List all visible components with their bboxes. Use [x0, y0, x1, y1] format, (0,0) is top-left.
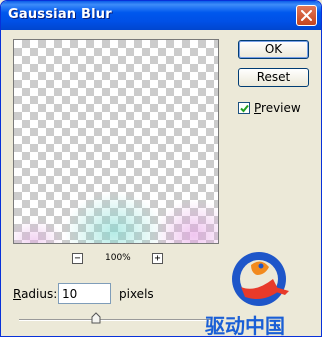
radius-slider-track[interactable]: [19, 319, 212, 321]
radius-label: Radius:: [13, 287, 58, 301]
watermark-text: 驱动中国: [205, 314, 285, 337]
gaussian-blur-dialog: Gaussian Blur − 100% + OK Reset Preview …: [0, 0, 322, 337]
checkmark-icon: [240, 104, 249, 113]
zoom-out-button[interactable]: −: [72, 253, 83, 264]
plus-icon: +: [154, 253, 161, 264]
preview-canvas[interactable]: [13, 39, 219, 244]
close-button[interactable]: [296, 5, 317, 26]
ok-button[interactable]: OK: [238, 40, 309, 59]
preview-checkbox[interactable]: [238, 102, 250, 114]
preview-checkbox-label[interactable]: Preview: [254, 101, 301, 115]
close-icon: [301, 10, 312, 21]
logo-icon: [232, 252, 289, 306]
window-title: Gaussian Blur: [8, 7, 112, 22]
radius-input[interactable]: [58, 283, 111, 304]
reset-button[interactable]: Reset: [238, 68, 309, 87]
radius-slider-thumb[interactable]: [91, 312, 101, 324]
radius-units: pixels: [119, 287, 154, 301]
minus-icon: −: [74, 253, 81, 264]
zoom-in-button[interactable]: +: [152, 253, 163, 264]
zoom-level: 100%: [105, 253, 131, 263]
title-bar[interactable]: Gaussian Blur: [1, 1, 321, 30]
